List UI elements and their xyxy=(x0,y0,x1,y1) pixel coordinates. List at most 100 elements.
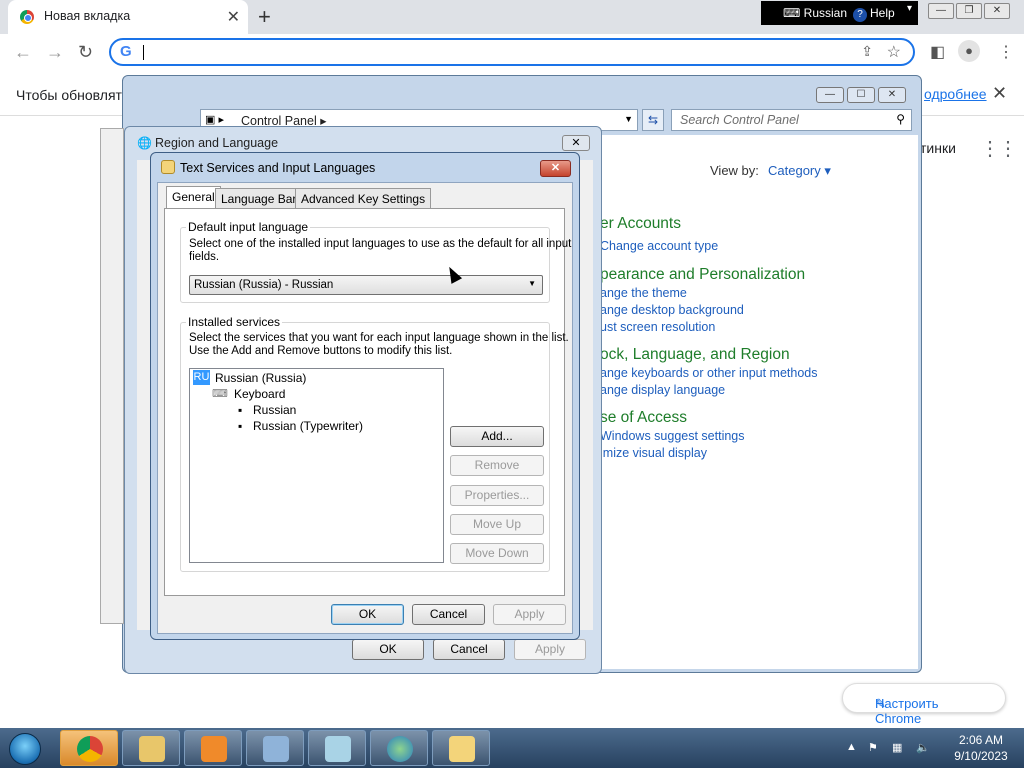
reload-icon[interactable]: ↻ xyxy=(78,42,93,63)
minimize-icon[interactable]: — xyxy=(816,87,844,103)
action-center-icon[interactable]: ⚑ xyxy=(868,741,878,754)
close-icon[interactable]: ✕ xyxy=(540,160,571,177)
group-label: Installed services xyxy=(186,315,283,329)
address-dropdown-icon[interactable]: ▼ xyxy=(624,114,633,124)
close-icon[interactable]: ✕ xyxy=(878,87,906,103)
default-language-select[interactable]: Russian (Russia) - Russian ▼ xyxy=(189,275,543,295)
close-icon[interactable]: ✕ xyxy=(562,135,590,151)
category-link[interactable]: ange keyboards or other input methods xyxy=(600,366,818,380)
keyboard-icon: ⌨ xyxy=(212,388,228,400)
category-link[interactable]: ange desktop background xyxy=(600,303,744,317)
taskbar-explorer[interactable] xyxy=(122,730,180,766)
back-icon[interactable]: ← xyxy=(14,42,32,63)
language-bar-options-icon[interactable]: ▾ xyxy=(907,3,912,14)
move-up-button[interactable]: Move Up xyxy=(450,514,544,535)
taskbar-control-panel[interactable] xyxy=(246,730,304,766)
chevron-down-icon: ▼ xyxy=(528,279,536,288)
system-tray: ▲ ⚑ ▦ 🔈 2:06 AM 9/10/2023 xyxy=(840,728,1024,768)
side-panel-icon[interactable]: ◧ xyxy=(930,42,945,62)
chrome-icon xyxy=(77,736,103,762)
volume-icon[interactable]: 🔈 xyxy=(916,741,930,754)
browser-tab[interactable]: Новая вкладка ✕ xyxy=(8,0,248,34)
tree-item-category[interactable]: Keyboard xyxy=(234,387,285,401)
keyboard-icon xyxy=(449,736,475,762)
network-icon[interactable]: ▦ xyxy=(892,741,902,754)
tab-general[interactable]: General xyxy=(166,186,221,209)
omnibox[interactable]: G ⇪ ☆ xyxy=(109,38,915,66)
category-link[interactable]: Change account type xyxy=(600,239,718,253)
bookmark-star-icon[interactable]: ☆ xyxy=(887,42,901,62)
region-ok-button[interactable]: OK xyxy=(352,639,424,660)
tree-item-service[interactable]: Russian (Typewriter) xyxy=(253,419,363,433)
control-panel-icon xyxy=(263,736,289,762)
text-caret xyxy=(143,45,144,60)
control-panel-icon: ▣ ▸ xyxy=(205,114,224,126)
taskbar-text-services[interactable] xyxy=(432,730,490,766)
clock[interactable]: 2:06 AM 9/10/2023 xyxy=(946,732,1016,764)
apps-grid-icon[interactable]: ⋮⋮⋮ xyxy=(980,136,1024,161)
windows-orb-icon xyxy=(9,733,41,765)
info-bar-link[interactable]: одробнее xyxy=(924,86,987,102)
taskbar-region[interactable] xyxy=(370,730,428,766)
maximize-icon[interactable]: ☐ xyxy=(847,87,875,103)
category-link[interactable]: ange the theme xyxy=(600,286,687,300)
add-button[interactable]: Add... xyxy=(450,426,544,447)
category-link[interactable]: Windows suggest settings xyxy=(600,429,745,443)
category-heading[interactable]: se of Access xyxy=(600,409,687,427)
category-heading[interactable]: er Accounts xyxy=(600,215,681,233)
share-icon[interactable]: ⇪ xyxy=(861,43,873,60)
close-icon[interactable]: ✕ xyxy=(984,3,1010,19)
region-cancel-button[interactable]: Cancel xyxy=(433,639,505,660)
info-bar-message: Чтобы обновлять xyxy=(16,87,130,103)
new-tab-button[interactable]: + xyxy=(258,4,271,30)
cancel-button[interactable]: Cancel xyxy=(412,604,485,625)
chrome-icon xyxy=(20,10,34,24)
tree-item-language[interactable]: Russian (Russia) xyxy=(215,371,306,385)
language-bar-help[interactable]: ? Help xyxy=(853,6,895,22)
taskbar-chrome[interactable] xyxy=(60,730,118,766)
forward-icon[interactable]: → xyxy=(46,42,64,63)
search-icon[interactable]: ⚲ xyxy=(896,112,905,126)
start-button[interactable] xyxy=(3,730,47,766)
tab-language-bar[interactable]: Language Bar xyxy=(215,188,303,208)
dialog-title: Text Services and Input Languages xyxy=(180,161,376,175)
language-bar-language[interactable]: ⌨ Russian xyxy=(783,6,847,20)
tree-item-service[interactable]: Russian xyxy=(253,403,296,417)
notepad-icon xyxy=(325,736,351,762)
category-link[interactable]: ust screen resolution xyxy=(600,320,715,334)
ok-button[interactable]: OK xyxy=(331,604,404,625)
ntp-images-link[interactable]: тинки xyxy=(920,140,956,156)
tab-title: Новая вкладка xyxy=(44,9,131,23)
customize-chrome-button[interactable]: ✎ Настроить Chrome xyxy=(842,683,1006,726)
category-heading[interactable]: pearance and Personalization xyxy=(600,266,805,284)
remove-button[interactable]: Remove xyxy=(450,455,544,476)
category-heading[interactable]: ock, Language, and Region xyxy=(600,346,790,364)
tab-close-icon[interactable]: ✕ xyxy=(227,7,240,27)
properties-button[interactable]: Properties... xyxy=(450,485,544,506)
bullet-icon: ▪ xyxy=(238,419,243,433)
search-input[interactable]: Search Control Panel ⚲ xyxy=(671,109,912,131)
tab-advanced-key-settings[interactable]: Advanced Key Settings xyxy=(295,188,432,208)
group-description: Select the services that you want for ea… xyxy=(189,332,569,344)
category-link[interactable]: imize visual display xyxy=(600,446,707,460)
profile-avatar[interactable]: ● xyxy=(958,40,980,62)
view-by-dropdown[interactable]: Category ▾ xyxy=(768,163,831,179)
group-description: fields. xyxy=(189,251,220,263)
control-panel-window-controls: — ☐ ✕ xyxy=(816,84,909,103)
language-bar[interactable]: ⌨ Russian ? Help ▾ xyxy=(761,1,918,25)
refresh-icon[interactable]: ⇆ xyxy=(642,109,664,131)
taskbar-app[interactable] xyxy=(308,730,366,766)
restore-icon[interactable]: ❐ xyxy=(956,3,982,19)
show-hidden-icons[interactable]: ▲ xyxy=(846,741,857,753)
category-link[interactable]: ange display language xyxy=(600,383,725,397)
taskbar-media-player[interactable] xyxy=(184,730,242,766)
move-down-button[interactable]: Move Down xyxy=(450,543,544,564)
apply-button[interactable]: Apply xyxy=(493,604,566,625)
info-bar-close-icon[interactable]: ✕ xyxy=(992,83,1007,104)
group-description: Use the Add and Remove buttons to modify… xyxy=(189,345,453,357)
region-apply-button[interactable]: Apply xyxy=(514,639,586,660)
dialog-title: Region and Language xyxy=(155,136,279,150)
globe-icon: 🌐 xyxy=(137,136,152,150)
minimize-icon[interactable]: — xyxy=(928,3,954,19)
menu-icon[interactable]: ⋮ xyxy=(998,42,1014,62)
